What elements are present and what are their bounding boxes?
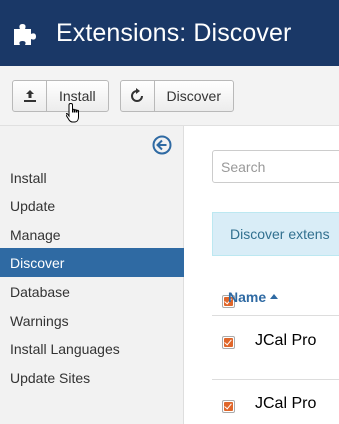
row-name: JCal Pro: [255, 332, 317, 349]
name-column-label: Name: [228, 289, 267, 305]
page-title: Extensions: Discover: [56, 19, 292, 47]
puzzle-icon: [14, 24, 36, 45]
page-header: Extensions: Discover: [0, 0, 339, 66]
sidebar-item-label: Install Languages: [10, 340, 120, 357]
sidebar-item-discover[interactable]: Discover: [0, 248, 184, 277]
sidebar-item-update[interactable]: Update: [0, 191, 184, 220]
row-checkbox[interactable]: [222, 400, 235, 413]
sidebar-item-label: Discover: [10, 254, 65, 271]
sidebar-item-label: Database: [10, 283, 70, 300]
sidebar-item-install-languages[interactable]: Install Languages: [0, 334, 184, 363]
alert-text: Discover extens: [230, 226, 330, 242]
sidebar-item-label: Manage: [10, 226, 61, 243]
sidebar-item-label: Warnings: [10, 312, 69, 329]
search-placeholder: Search: [221, 158, 266, 175]
sidebar-item-label: Update: [10, 197, 56, 214]
discover-button-label: Discover: [166, 88, 221, 104]
collapse-sidebar-icon[interactable]: [152, 135, 172, 155]
sidebar-item-manage[interactable]: Manage: [0, 220, 184, 249]
hand-cursor-icon: [66, 103, 79, 123]
sort-ascending-icon: [270, 294, 279, 299]
install-button[interactable]: Install: [12, 80, 109, 112]
sidebar-item-label: Install: [10, 169, 47, 186]
refresh-icon: [121, 81, 155, 111]
name-column-header[interactable]: Name: [228, 289, 279, 305]
sidebar-item-label: Update Sites: [10, 369, 91, 386]
toolbar: Install Discover: [0, 66, 339, 126]
sidebar-item-install[interactable]: Install: [0, 163, 184, 192]
discover-button[interactable]: Discover: [120, 80, 234, 112]
search-input[interactable]: Search: [212, 150, 339, 183]
sidebar: Install Update Manage Discover Database …: [0, 126, 184, 424]
row-name: JCal Pro: [255, 395, 317, 412]
upload-icon: [13, 81, 47, 111]
sidebar-item-update-sites[interactable]: Update Sites: [0, 363, 184, 392]
row-checkbox[interactable]: [222, 336, 235, 349]
sidebar-item-database[interactable]: Database: [0, 277, 184, 306]
sidebar-item-warnings[interactable]: Warnings: [0, 306, 184, 335]
info-alert: Discover extens: [212, 212, 339, 256]
main-content: Search Discover extens Name JCal Pro JCa…: [185, 126, 339, 424]
